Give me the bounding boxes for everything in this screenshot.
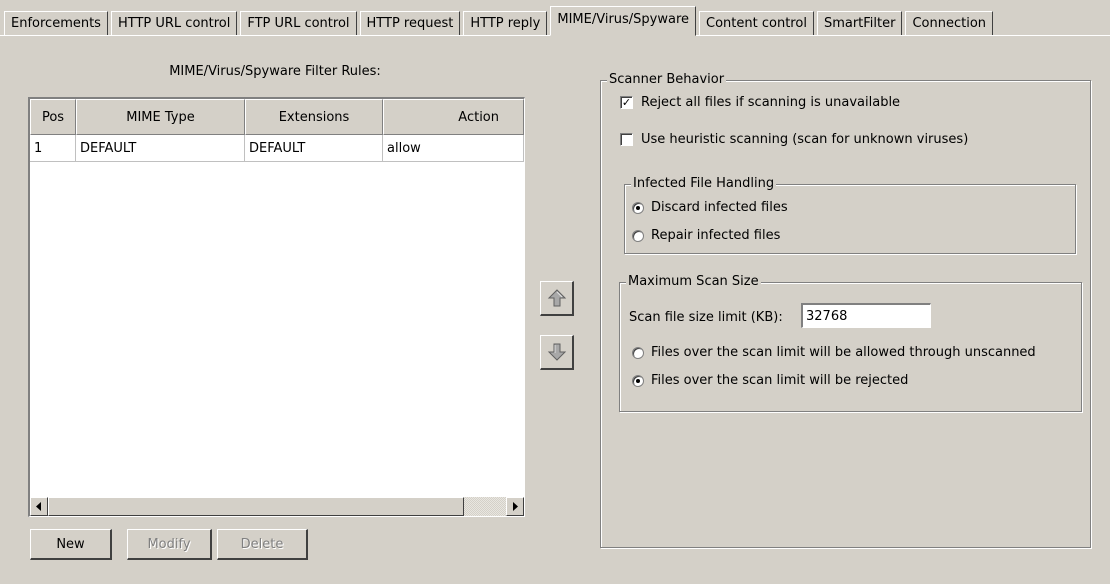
reject-over-limit-radio[interactable] (632, 374, 644, 387)
maximum-scan-size-group: Maximum Scan Size Scan file size limit (… (619, 274, 1082, 412)
tab-http-url-control[interactable]: HTTP URL control (110, 11, 238, 36)
reject-unavailable-checkbox[interactable]: ✓ (620, 96, 633, 109)
infected-file-handling-group: Infected File Handling Discard infected … (624, 176, 1076, 254)
scrollbar-thumb[interactable] (48, 497, 464, 516)
mime-virus-spyware-panel: Enforcements HTTP URL control FTP URL co… (0, 0, 1110, 584)
reject-unavailable-option[interactable]: ✓ Reject all files if scanning is unavai… (620, 95, 900, 110)
column-header-extensions[interactable]: Extensions (245, 99, 383, 135)
move-up-button[interactable] (540, 281, 574, 316)
cell-pos: 1 (30, 135, 76, 161)
cell-action: allow (383, 135, 524, 161)
column-header-mime-type[interactable]: MIME Type (76, 99, 245, 135)
delete-button[interactable]: Delete (217, 529, 308, 560)
scanner-behavior-group: Scanner Behavior ✓ Reject all files if s… (600, 72, 1091, 548)
arrow-up-icon (547, 289, 566, 307)
heuristic-scanning-label: Use heuristic scanning (scan for unknown… (641, 132, 969, 147)
repair-infected-option[interactable]: Repair infected files (632, 228, 780, 243)
scrollbar-track[interactable] (464, 497, 506, 516)
new-button[interactable]: New (30, 529, 112, 560)
tab-mime-virus-spyware[interactable]: MIME/Virus/Spyware (550, 6, 697, 36)
scan-limit-input[interactable]: 32768 (801, 303, 931, 328)
scroll-right-icon (513, 502, 518, 511)
scanner-behavior-legend: Scanner Behavior (607, 72, 727, 88)
infected-file-handling-legend: Infected File Handling (631, 176, 777, 192)
column-header-action[interactable]: Action (383, 99, 524, 135)
tab-enforcements[interactable]: Enforcements (4, 11, 108, 36)
table-row[interactable]: 1 DEFAULT DEFAULT allow (30, 135, 524, 162)
discard-infected-radio[interactable] (632, 201, 644, 214)
scroll-right-button[interactable] (506, 497, 524, 516)
column-header-pos[interactable]: Pos (30, 99, 76, 135)
allow-unscanned-radio[interactable] (632, 346, 644, 359)
reject-unavailable-label: Reject all files if scanning is unavaila… (641, 95, 901, 110)
reject-over-limit-option[interactable]: Files over the scan limit will be reject… (632, 373, 908, 388)
heuristic-scanning-option[interactable]: Use heuristic scanning (scan for unknown… (620, 132, 968, 147)
tab-smartfilter[interactable]: SmartFilter (816, 11, 903, 36)
tab-bar: Enforcements HTTP URL control FTP URL co… (4, 4, 996, 36)
cell-extensions: DEFAULT (245, 135, 383, 161)
reject-over-limit-label: Files over the scan limit will be reject… (651, 373, 909, 388)
discard-infected-label: Discard infected files (651, 200, 788, 215)
repair-infected-label: Repair infected files (651, 228, 781, 243)
repair-infected-radio[interactable] (632, 229, 644, 242)
tab-http-reply[interactable]: HTTP reply (463, 11, 548, 36)
rules-title: MIME/Virus/Spyware Filter Rules: (169, 64, 381, 79)
heuristic-scanning-checkbox[interactable] (620, 133, 633, 146)
tab-connection[interactable]: Connection (905, 11, 994, 36)
horizontal-scrollbar[interactable] (30, 497, 524, 516)
maximum-scan-size-legend: Maximum Scan Size (626, 274, 761, 290)
tab-content-control[interactable]: Content control (699, 11, 814, 36)
tab-ftp-url-control[interactable]: FTP URL control (240, 11, 357, 36)
tab-http-request[interactable]: HTTP request (359, 11, 461, 36)
allow-unscanned-option[interactable]: Files over the scan limit will be allowe… (632, 345, 1036, 360)
scan-limit-label: Scan file size limit (KB): (629, 310, 783, 325)
move-down-button[interactable] (540, 335, 574, 370)
scroll-left-button[interactable] (30, 497, 48, 516)
allow-unscanned-label: Files over the scan limit will be allowe… (651, 345, 1036, 360)
table-header: Pos MIME Type Extensions Action (30, 99, 524, 135)
scroll-left-icon (36, 502, 41, 511)
discard-infected-option[interactable]: Discard infected files (632, 200, 788, 215)
arrow-down-icon (547, 343, 566, 361)
cell-mime-type: DEFAULT (76, 135, 245, 161)
modify-button[interactable]: Modify (127, 529, 212, 560)
rules-table: Pos MIME Type Extensions Action 1 DEFAUL… (28, 97, 525, 517)
